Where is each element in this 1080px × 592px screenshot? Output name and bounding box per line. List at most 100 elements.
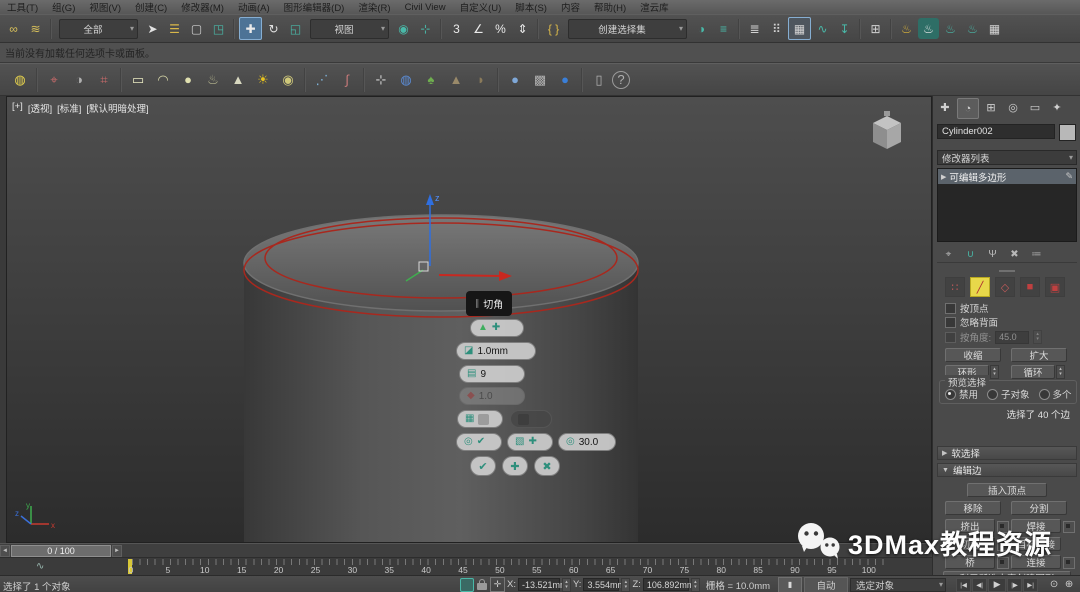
select-object-icon[interactable]: ➤ — [142, 18, 163, 39]
by-vertex-checkbox[interactable] — [945, 303, 956, 314]
open-chamfer-switch[interactable] — [478, 414, 489, 425]
menu-item[interactable]: 自定义(U) — [453, 0, 509, 14]
key-filter-dropdown[interactable]: 选定对象 — [850, 578, 946, 592]
zoom-extents-icon[interactable]: ⊕ — [1062, 578, 1076, 592]
use-pivot-center-icon[interactable]: ◉ — [393, 18, 414, 39]
menu-item[interactable]: 组(G) — [45, 0, 82, 14]
mirror-icon[interactable]: ◑ — [691, 18, 712, 39]
stack-item-pin-icon[interactable]: ✎ — [1065, 171, 1073, 182]
tab-hierarchy[interactable]: ⊞ — [981, 98, 1001, 117]
menu-item[interactable]: 动画(A) — [231, 0, 277, 14]
z-spinner[interactable] — [691, 578, 700, 592]
soft-selection-rollout[interactable]: ▶ 软选择 — [937, 446, 1077, 460]
go-to-start-button[interactable]: |◀ — [956, 578, 971, 592]
x-coordinate-field[interactable]: -13.521mm — [518, 578, 560, 591]
pin-stack-icon[interactable]: ⌖ — [941, 247, 956, 262]
viewport-label[interactable]: [标准] — [57, 101, 81, 115]
tab-utilities[interactable]: ✦ — [1047, 98, 1067, 117]
chamfer-segments-value[interactable]: 9 — [480, 369, 486, 380]
point-light-icon[interactable]: ◍ — [8, 68, 32, 92]
target-light-icon[interactable]: ⌖ — [42, 68, 66, 92]
shrink-button[interactable]: 收缩 — [945, 348, 1001, 362]
select-manipulate-icon[interactable]: ⊹ — [415, 18, 436, 39]
weld-settings-icon[interactable] — [1063, 521, 1075, 533]
scene-explorer-icon[interactable]: ⠿ — [766, 18, 787, 39]
spinner-snap-icon[interactable]: ⇕ — [512, 18, 533, 39]
snap-toggle-3d-icon[interactable]: 3 — [446, 18, 467, 39]
object-color-swatch[interactable] — [1059, 124, 1076, 141]
panel-icon[interactable]: ▯ — [587, 68, 611, 92]
lock-selection-icon[interactable] — [476, 578, 488, 591]
rendered-frame-icon[interactable]: ♨ — [940, 18, 961, 39]
by-angle-spinner[interactable] — [1033, 330, 1042, 344]
earth-icon[interactable]: ◍ — [394, 68, 418, 92]
weld-button[interactable]: 焊接 — [1011, 519, 1061, 533]
named-selection-dropdown[interactable]: 创建选择集 — [568, 19, 687, 39]
window-crossing-icon[interactable]: ◳ — [208, 18, 229, 39]
invert-open-switch[interactable] — [518, 414, 529, 425]
toggle-ribbon-icon[interactable]: ▦ — [788, 17, 811, 40]
tab-display[interactable]: ▭ — [1025, 98, 1045, 117]
menu-item[interactable]: 创建(C) — [128, 0, 174, 14]
menu-item[interactable]: 修改器(M) — [174, 0, 231, 14]
dope-sheet-icon[interactable]: ↧ — [834, 18, 855, 39]
sphere-icon[interactable]: ◉ — [276, 68, 300, 92]
caddy-apply-button[interactable]: ✚ — [502, 456, 528, 476]
by-angle-checkbox[interactable] — [945, 332, 956, 343]
reference-coordinate-dropdown[interactable]: 视图 — [310, 19, 389, 39]
chamfer-settings-icon[interactable] — [997, 539, 1009, 551]
make-unique-icon[interactable]: Ψ — [985, 247, 1000, 262]
smooth-mode-selector[interactable]: ▧ ✚ — [507, 433, 553, 451]
smooth-check-icon[interactable]: ✔ — [477, 437, 485, 447]
split-button[interactable]: 分割 — [1011, 501, 1067, 515]
selection-filter-dropdown[interactable]: 全部 — [59, 19, 138, 39]
caddy-cancel-button[interactable]: ✖ — [534, 456, 560, 476]
align-icon[interactable]: ≡ — [713, 18, 734, 39]
zoom-icon[interactable]: ⊙ — [1047, 578, 1061, 592]
render-grid-icon[interactable]: ▦ — [984, 18, 1005, 39]
bone-icon[interactable]: ∫ — [335, 68, 359, 92]
by-angle-field[interactable]: 45.0 — [995, 331, 1029, 344]
chamfer-segments-field[interactable]: ▤ 9 — [459, 365, 525, 383]
z-coordinate-field[interactable]: 106.892mm — [643, 578, 689, 591]
select-scale-icon[interactable]: ◱ — [285, 18, 306, 39]
viewcube[interactable] — [865, 109, 909, 157]
play-button[interactable]: ▶ — [988, 578, 1006, 592]
invert-open-toggle[interactable] — [510, 410, 552, 428]
rain-icon[interactable]: ⋰ — [310, 68, 334, 92]
configure-modifier-sets-icon[interactable]: ≔ — [1029, 247, 1044, 262]
dome-light-icon[interactable]: ◠ — [151, 68, 175, 92]
ignore-backfacing-checkbox[interactable] — [945, 317, 956, 328]
show-end-result-icon[interactable]: ∪ — [963, 247, 978, 262]
menu-item[interactable]: 内容 — [554, 0, 587, 14]
mini-curve-editor-icon[interactable]: ∿ — [36, 561, 44, 572]
smooth-threshold-value[interactable]: 30.0 — [579, 437, 598, 448]
scatter-icon[interactable]: ⊹ — [369, 68, 393, 92]
menu-item[interactable]: 脚本(S) — [508, 0, 554, 14]
edit-named-sets-icon[interactable]: { } — [543, 18, 564, 39]
curve-editor-icon[interactable]: ∿ — [812, 18, 833, 39]
cone-icon[interactable]: ▲ — [226, 68, 250, 92]
chamfer-direction-icon[interactable]: ✚ — [492, 323, 500, 333]
modifier-stack[interactable]: ▶ 可编辑多边形 ✎ — [937, 168, 1077, 242]
chamfer-amount-value[interactable]: 1.0mm — [477, 346, 508, 357]
connect-settings-icon[interactable] — [1063, 557, 1075, 569]
viewport[interactable]: [+][透视][标准][默认明暗处理] z — [6, 96, 932, 543]
percent-snap-icon[interactable]: % — [490, 18, 511, 39]
track-bar[interactable]: ∿ 05101520253035404550556065707580859095… — [0, 557, 932, 575]
remove-modifier-icon[interactable]: ✖ — [1007, 247, 1022, 262]
select-move-icon[interactable]: ✚ — [239, 17, 262, 40]
menu-item[interactable]: 工具(T) — [0, 0, 45, 14]
modifier-list-dropdown[interactable]: 修改器列表 — [937, 150, 1077, 165]
teapot-icon[interactable]: ♨ — [201, 68, 225, 92]
grow-button[interactable]: 扩大 — [1011, 348, 1067, 362]
caddy-title[interactable]: 切角 — [466, 291, 512, 316]
connect-button[interactable]: 连接 — [1011, 555, 1061, 569]
y-spinner[interactable] — [621, 578, 630, 592]
loop-spinner[interactable] — [1056, 365, 1065, 379]
select-by-name-icon[interactable]: ☰ — [164, 18, 185, 39]
sun-icon[interactable]: ☀ — [251, 68, 275, 92]
menu-item[interactable]: Civil View — [398, 2, 453, 13]
x-spinner[interactable] — [562, 578, 571, 592]
bridge-button[interactable]: 桥 — [945, 555, 995, 569]
